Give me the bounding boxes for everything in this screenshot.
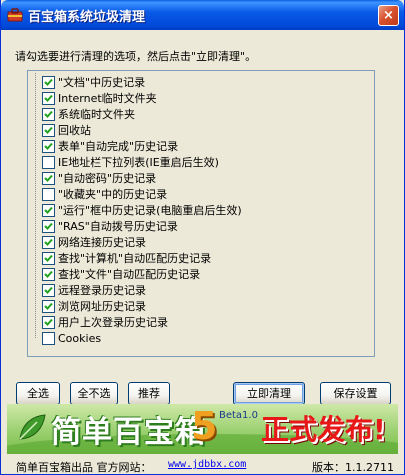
select-all-button[interactable]: 全选	[16, 382, 60, 405]
option-row[interactable]: 用户上次登录历史记录	[42, 314, 168, 330]
window-title: 百宝箱系统垃圾清理	[28, 10, 146, 25]
option-label: Internet临时文件夹	[58, 92, 157, 105]
option-row[interactable]: 系统临时文件夹	[42, 106, 135, 122]
option-row[interactable]: 网络连接历史记录	[42, 234, 146, 250]
checkbox-checked[interactable]	[42, 91, 55, 105]
version-label: 版本：1.1.2711	[312, 461, 394, 474]
checkmark-icon	[44, 238, 53, 246]
checkmark-icon	[44, 270, 53, 278]
tree-connector-line	[35, 73, 36, 338]
banner-version-number: 5	[191, 404, 218, 448]
checkmark-icon	[44, 78, 53, 86]
checkbox-checked[interactable]	[42, 75, 55, 89]
select-none-button[interactable]: 全不选	[70, 382, 118, 405]
close-button[interactable]: ×	[378, 5, 399, 26]
checkmark-icon	[44, 318, 53, 326]
checkbox-checked[interactable]	[42, 107, 55, 121]
checkmark-icon	[44, 286, 53, 294]
checkmark-icon	[44, 254, 53, 262]
banner-release-text: 正式发布!	[261, 413, 386, 446]
option-label: "文档"中历史记录	[58, 76, 146, 89]
option-label: "收藏夹"中的历史记录	[58, 188, 168, 201]
checkbox-checked[interactable]	[42, 171, 55, 185]
cleanup-window: 百宝箱系统垃圾清理 × 请勾选要进行清理的选项，然后点击"立即清理"。 "文档"…	[0, 0, 405, 475]
save-settings-button[interactable]: 保存设置	[320, 382, 391, 405]
option-label: 查找"计算机"自动匹配历史记录	[58, 252, 212, 265]
checkbox-checked[interactable]	[42, 299, 55, 313]
clean-now-button[interactable]: 立即清理	[233, 382, 305, 405]
leaf-icon	[17, 412, 47, 445]
title-bar[interactable]: 百宝箱系统垃圾清理 ×	[1, 0, 404, 30]
checkbox-checked[interactable]	[42, 315, 55, 329]
app-toolbox-icon	[7, 7, 23, 23]
option-label: "RAS"自动拨号历史记录	[58, 220, 178, 233]
checkmark-icon	[44, 302, 53, 310]
option-row[interactable]: "文档"中历史记录	[42, 74, 145, 90]
option-row[interactable]: "自动密码"历史记录	[42, 170, 156, 186]
cleanup-options-list[interactable]: "文档"中历史记录 Internet临时文件夹 系统临时文件夹 回收站表单"自动完成"…	[27, 70, 375, 357]
checkmark-icon	[44, 222, 53, 230]
checkbox-checked[interactable]	[42, 139, 55, 153]
checkbox-checked[interactable]	[42, 203, 55, 217]
option-label: 网络连接历史记录	[58, 236, 146, 249]
option-label: 查找"文件"自动匹配历史记录	[58, 268, 201, 281]
option-row[interactable]: Internet临时文件夹	[42, 90, 157, 106]
checkmark-icon	[44, 206, 53, 214]
checkmark-icon	[44, 142, 53, 150]
footer-publisher: 简单百宝箱出品 官方网站：	[16, 461, 152, 474]
checkbox-unchecked[interactable]	[42, 155, 55, 169]
option-label: 用户上次登录历史记录	[58, 316, 168, 329]
recommend-button[interactable]: 推荐	[128, 382, 170, 405]
option-row[interactable]: Cookies	[42, 330, 101, 346]
checkmark-icon	[44, 94, 53, 102]
option-row[interactable]: "运行"框中历史记录(电脑重启后生效)	[42, 202, 242, 218]
banner-product-name: 简单百宝箱	[51, 415, 206, 450]
option-row[interactable]: 查找"文件"自动匹配历史记录	[42, 266, 200, 282]
option-row[interactable]: 浏览网址历史记录	[42, 298, 146, 314]
option-label: 系统临时文件夹	[58, 108, 135, 121]
checkmark-icon	[44, 174, 53, 182]
option-label: 浏览网址历史记录	[58, 300, 146, 313]
checkmark-icon	[44, 110, 53, 118]
option-label: 远程登录历史记录	[58, 284, 146, 297]
option-row[interactable]: 远程登录历史记录	[42, 282, 146, 298]
checkbox-checked[interactable]	[42, 123, 55, 137]
option-row[interactable]: IE地址栏下拉列表(IE重启后生效)	[42, 154, 219, 170]
option-label: "自动密码"历史记录	[58, 172, 157, 185]
option-row[interactable]: 回收站	[42, 122, 91, 138]
option-row[interactable]: 查找"计算机"自动匹配历史记录	[42, 250, 211, 266]
checkbox-checked[interactable]	[42, 219, 55, 233]
checkbox-checked[interactable]	[42, 251, 55, 265]
option-label: Cookies	[58, 331, 102, 345]
option-row[interactable]: "收藏夹"中的历史记录	[42, 186, 167, 202]
option-label: 表单"自动完成"历史记录	[58, 140, 179, 153]
banner-beta-label: Beta1.0	[219, 410, 258, 421]
option-label: "运行"框中历史记录(电脑重启后生效)	[58, 204, 242, 217]
close-icon: ×	[383, 8, 394, 23]
checkmark-icon	[44, 126, 53, 134]
checkbox-checked[interactable]	[42, 283, 55, 297]
instruction-text: 请勾选要进行清理的选项，然后点击"立即清理"。	[15, 50, 257, 63]
checkbox-unchecked[interactable]	[42, 331, 55, 345]
option-row[interactable]: 表单"自动完成"历史记录	[42, 138, 178, 154]
website-link[interactable]: www.jdbbx.com	[168, 459, 246, 470]
checkbox-unchecked[interactable]	[42, 187, 55, 201]
option-row[interactable]: "RAS"自动拨号历史记录	[42, 218, 178, 234]
option-label: IE地址栏下拉列表(IE重启后生效)	[58, 156, 219, 169]
option-label: 回收站	[58, 124, 91, 137]
promo-banner[interactable]: 简单百宝箱 5 Beta1.0 正式发布!	[7, 404, 398, 454]
checkbox-checked[interactable]	[42, 267, 55, 281]
checkbox-checked[interactable]	[42, 235, 55, 249]
